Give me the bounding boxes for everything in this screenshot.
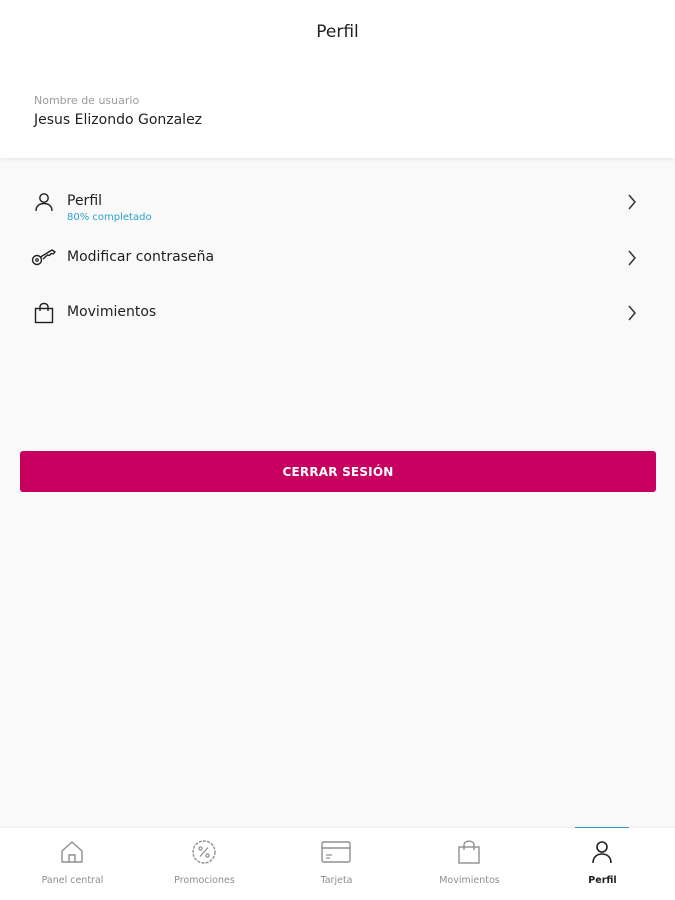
home-icon [61,841,83,863]
nav-label: Promociones [174,875,235,886]
username-value: Jesus Elizondo Gonzalez [34,112,203,128]
menu-item-perfil[interactable]: Perfil 80% completado [0,190,675,240]
profile-header: Perfil Nombre de usuario Jesus Elizondo … [0,0,675,158]
profile-completion-text: 80% completado [67,212,152,223]
nav-item-tarjeta[interactable]: Tarjeta [269,828,404,900]
user-icon [35,193,53,212]
bottom-navigation: Panel central Promociones Tarjeta Movimi… [0,828,675,900]
nav-item-promociones[interactable]: Promociones [137,828,272,900]
nav-label: Panel central [41,875,104,886]
nav-label: Tarjeta [320,875,353,886]
card-icon [321,841,351,863]
menu-item-label: Movimientos [67,304,157,320]
nav-label: Movimientos [439,875,500,886]
nav-item-perfil[interactable]: Perfil [535,828,670,900]
chevron-right-icon [628,250,636,266]
menu-item-label: Perfil [67,193,103,209]
nav-item-panel-central[interactable]: Panel central [5,828,140,900]
chevron-right-icon [628,194,636,210]
username-label: Nombre de usuario [34,94,140,107]
user-icon [592,841,612,864]
shopping-bag-icon [34,302,54,324]
chevron-right-icon [628,305,636,321]
page-title: Perfil [316,22,359,42]
nav-label: Perfil [588,875,617,886]
menu-item-change-password[interactable]: Modificar contraseña [0,246,675,296]
percent-badge-icon [192,840,216,864]
nav-item-movimientos[interactable]: Movimientos [402,828,537,900]
logout-button[interactable]: CERRAR SESIÓN [20,451,656,492]
shopping-bag-icon [458,840,480,864]
menu-item-label: Modificar contraseña [67,249,215,265]
key-icon [31,249,56,266]
menu-item-movimientos[interactable]: Movimientos [0,301,675,351]
